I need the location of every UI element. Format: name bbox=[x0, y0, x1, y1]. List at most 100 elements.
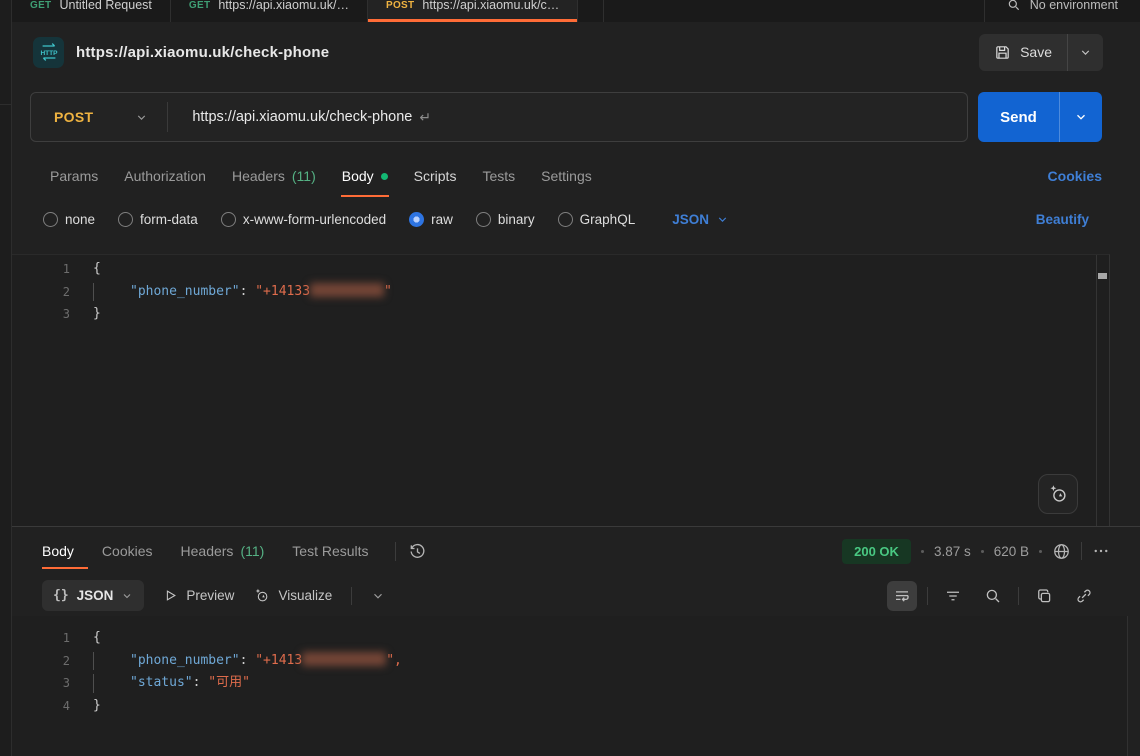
sidebar-divider bbox=[0, 0, 11, 105]
code-line: 2 "phone_number": "+1413", bbox=[12, 650, 1127, 673]
response-headers-count: (11) bbox=[240, 543, 264, 559]
save-options-caret[interactable] bbox=[1068, 34, 1103, 71]
radio-graphql[interactable]: GraphQL bbox=[558, 212, 636, 227]
enter-key-glyph: ↵ bbox=[419, 109, 431, 126]
dot-separator bbox=[1039, 550, 1042, 553]
preview-button[interactable]: Preview bbox=[163, 588, 234, 603]
collapsed-sidebar[interactable] bbox=[0, 0, 12, 756]
response-format-dropdown[interactable]: {} JSON bbox=[42, 580, 144, 611]
radio-circle bbox=[558, 212, 573, 227]
response-body-viewer[interactable]: 1 { 2 "phone_number": "+1413", 3 "status… bbox=[12, 616, 1128, 756]
svg-text:HTTP: HTTP bbox=[40, 50, 58, 57]
language-dropdown[interactable]: JSON bbox=[672, 212, 729, 227]
tab-params[interactable]: Params bbox=[37, 155, 111, 197]
response-body-code: 1 { 2 "phone_number": "+1413", 3 "status… bbox=[12, 624, 1127, 717]
url-bar: POST https://api.xiaomu.uk/check-phone ↵ bbox=[30, 92, 968, 142]
response-size[interactable]: 620 B bbox=[994, 544, 1029, 559]
search-in-response-icon[interactable] bbox=[978, 581, 1008, 611]
visualize-options-caret[interactable] bbox=[371, 589, 385, 603]
editor-scrollbar-track bbox=[1096, 255, 1109, 526]
send-options-caret[interactable] bbox=[1060, 92, 1102, 142]
radio-circle bbox=[221, 212, 236, 227]
headers-count: (11) bbox=[292, 168, 316, 184]
send-button[interactable]: Send bbox=[978, 92, 1059, 142]
redacted-phone-digits bbox=[310, 283, 384, 297]
wrap-text-icon[interactable] bbox=[887, 581, 917, 611]
indent-guide bbox=[93, 652, 94, 671]
url-input[interactable]: https://api.xiaomu.uk/check-phone bbox=[168, 109, 412, 125]
status-badge[interactable]: 200 OK bbox=[842, 539, 911, 564]
method-selector[interactable]: POST bbox=[31, 109, 93, 125]
more-options-icon[interactable] bbox=[1092, 542, 1110, 560]
send-button-group: Send bbox=[978, 92, 1102, 142]
cookies-link[interactable]: Cookies bbox=[1048, 155, 1102, 197]
braces-icon: {} bbox=[53, 588, 69, 603]
response-tabs-row: Body Cookies Headers (11) Test Results 2… bbox=[12, 527, 1140, 575]
url-row: POST https://api.xiaomu.uk/check-phone ↵… bbox=[30, 92, 1102, 142]
save-button[interactable]: Save bbox=[979, 34, 1067, 71]
response-toolbar: {} JSON Preview Visualize bbox=[12, 575, 1140, 616]
divider bbox=[1081, 542, 1082, 560]
radio-circle bbox=[476, 212, 491, 227]
code-line: 3 } bbox=[12, 303, 1109, 326]
redacted-phone-digits bbox=[302, 652, 386, 666]
divider bbox=[1018, 587, 1019, 605]
save-label: Save bbox=[1020, 44, 1052, 60]
code-line: 2 "phone_number": "+14133" bbox=[12, 281, 1109, 304]
response-tab-cookies[interactable]: Cookies bbox=[88, 527, 167, 575]
tab-label: Untitled Request bbox=[59, 0, 151, 12]
response-tab-headers[interactable]: Headers (11) bbox=[167, 527, 279, 575]
radio-none[interactable]: none bbox=[43, 212, 95, 227]
tab-label: https://api.xiaomu.uk/… bbox=[218, 0, 349, 12]
method-badge-post: POST bbox=[386, 0, 414, 11]
response-tab-test-results[interactable]: Test Results bbox=[278, 527, 382, 575]
tab-label: https://api.xiaomu.uk/c… bbox=[422, 0, 559, 12]
main-panel: GET Untitled Request GET https://api.xia… bbox=[12, 0, 1140, 756]
request-config-tabs: Params Authorization Headers (11) Body S… bbox=[12, 155, 1140, 197]
response-history-icon[interactable] bbox=[408, 527, 427, 575]
dot-separator bbox=[921, 550, 924, 553]
environment-selector[interactable]: No environment bbox=[984, 0, 1140, 22]
divider bbox=[927, 587, 928, 605]
response-time[interactable]: 3.87 s bbox=[934, 544, 971, 559]
request-body-code: 1 { 2 "phone_number": "+14133" 3 } bbox=[12, 255, 1109, 326]
postbot-ai-button[interactable] bbox=[1038, 474, 1078, 514]
radio-raw-selected[interactable]: raw bbox=[409, 212, 453, 227]
dot-separator bbox=[981, 550, 984, 553]
response-section: Body Cookies Headers (11) Test Results 2… bbox=[12, 526, 1140, 756]
network-globe-icon[interactable] bbox=[1052, 542, 1071, 561]
save-button-group: Save bbox=[979, 34, 1103, 71]
tab-settings[interactable]: Settings bbox=[528, 155, 605, 197]
tab-tests[interactable]: Tests bbox=[469, 155, 528, 197]
save-icon bbox=[994, 44, 1011, 61]
divider bbox=[351, 587, 352, 605]
radio-x-www-form-urlencoded[interactable]: x-www-form-urlencoded bbox=[221, 212, 386, 227]
body-type-row: none form-data x-www-form-urlencoded raw… bbox=[12, 197, 1140, 241]
radio-form-data[interactable]: form-data bbox=[118, 212, 198, 227]
code-line: 4 } bbox=[12, 695, 1127, 718]
visualize-button[interactable]: Visualize bbox=[253, 587, 332, 604]
tab-body[interactable]: Body bbox=[329, 155, 401, 197]
tab-headers[interactable]: Headers (11) bbox=[219, 155, 329, 197]
radio-binary[interactable]: binary bbox=[476, 212, 535, 227]
filter-icon[interactable] bbox=[938, 581, 968, 611]
tab-scripts[interactable]: Scripts bbox=[401, 155, 470, 197]
request-tab-3-active[interactable]: POST https://api.xiaomu.uk/c… bbox=[368, 0, 578, 22]
beautify-link[interactable]: Beautify bbox=[1036, 212, 1089, 227]
method-caret-icon[interactable] bbox=[135, 111, 148, 124]
chevron-down-icon bbox=[121, 590, 133, 602]
editor-scrollbar-thumb[interactable] bbox=[1098, 273, 1107, 279]
request-tab-1[interactable]: GET Untitled Request bbox=[12, 0, 171, 22]
new-tab-button[interactable] bbox=[578, 0, 604, 22]
tab-authorization[interactable]: Authorization bbox=[111, 155, 219, 197]
indent-guide bbox=[93, 674, 94, 693]
response-tab-body[interactable]: Body bbox=[42, 527, 88, 575]
search-icon bbox=[1007, 0, 1021, 12]
request-body-editor[interactable]: 1 { 2 "phone_number": "+14133" 3 } bbox=[12, 254, 1110, 526]
body-modified-dot bbox=[381, 173, 388, 180]
link-icon[interactable] bbox=[1069, 581, 1099, 611]
app-window: GET Untitled Request GET https://api.xia… bbox=[0, 0, 1140, 756]
copy-icon[interactable] bbox=[1029, 581, 1059, 611]
request-tab-2[interactable]: GET https://api.xiaomu.uk/… bbox=[171, 0, 368, 22]
code-line: 3 "status": "可用" bbox=[12, 672, 1127, 695]
